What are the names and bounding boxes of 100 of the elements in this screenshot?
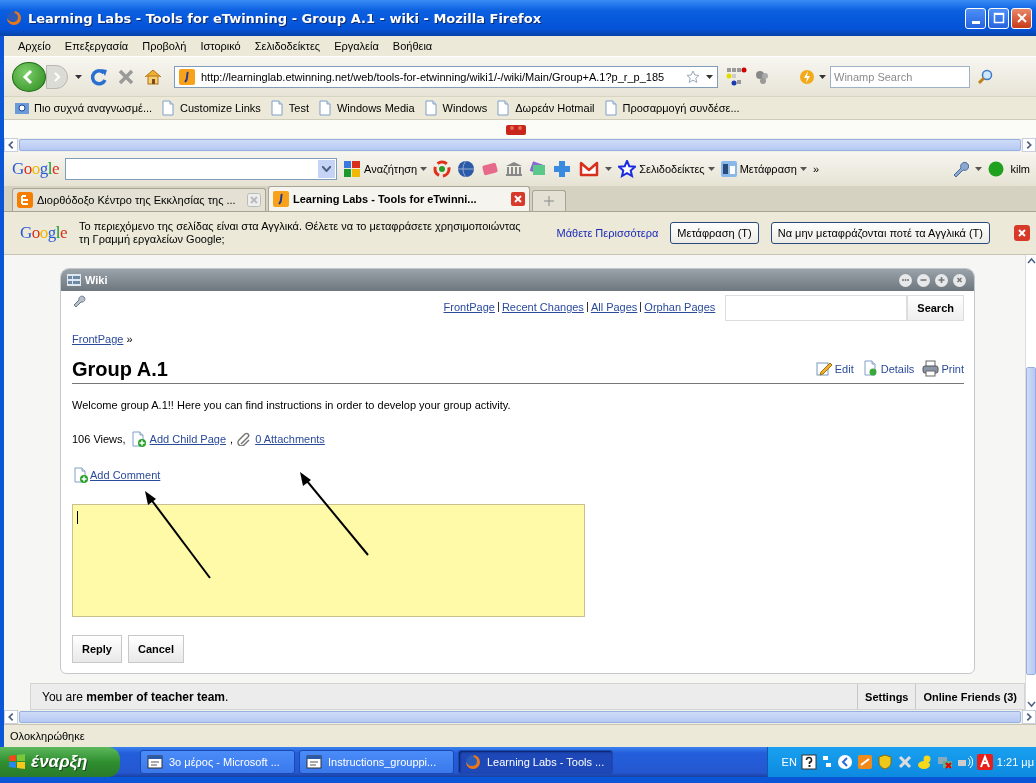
add-comment-link[interactable]: Add Comment	[72, 467, 161, 483]
bank-icon[interactable]	[505, 160, 524, 178]
search-icon[interactable]	[977, 68, 993, 85]
cross-tool-icon[interactable]	[896, 754, 913, 770]
translate-bar-button[interactable]: Μετάφραση (T)	[670, 222, 759, 244]
bookmark-link[interactable]: Δωρεάν Hotmail	[515, 102, 595, 114]
page-action-link[interactable]: Edit	[815, 360, 854, 377]
menu-item[interactable]: Επεξεργασία	[64, 40, 129, 52]
form-button[interactable]: Reply	[72, 635, 122, 663]
form-button[interactable]: Cancel	[127, 635, 185, 663]
close-icon[interactable]	[1014, 225, 1030, 241]
maximize-button[interactable]	[988, 7, 1009, 29]
menu-item[interactable]: Σελιδοδείκτες	[254, 40, 321, 52]
toolbar-search-field[interactable]	[65, 158, 338, 180]
wiki-search-field[interactable]	[725, 295, 908, 321]
dropdown-caret-icon[interactable]	[605, 166, 613, 172]
wrench-icon[interactable]	[72, 293, 86, 307]
bookmarks-menu[interactable]: Σελιδοδείκτες	[639, 163, 705, 175]
bookmark-link[interactable]: Test	[288, 102, 309, 114]
dropdown-caret-icon[interactable]	[799, 166, 807, 172]
close-button[interactable]	[1011, 7, 1032, 29]
colored-squares-icon[interactable]	[725, 65, 747, 88]
translate-button[interactable]: Μετάφραση	[739, 163, 797, 175]
taskbar-button[interactable]: 3ο μέρος - Microsoft ...	[140, 750, 295, 774]
menu-item[interactable]: Αρχείο	[18, 40, 51, 52]
menu-item[interactable]: Εργαλεία	[334, 40, 379, 52]
mail-icon[interactable]	[579, 161, 600, 177]
wiki-nav-link[interactable]: Recent Changes	[497, 302, 584, 312]
help-icon[interactable]	[800, 754, 817, 770]
options-icon[interactable]	[899, 273, 912, 287]
wiki-nav-link[interactable]: Orphan Pages	[640, 302, 716, 312]
add-child-page-link[interactable]: Add Child Page	[129, 431, 227, 447]
scrollbar-thumb[interactable]	[1026, 367, 1036, 675]
shield-icon[interactable]	[876, 754, 893, 770]
attachments-link[interactable]: 0 Attachments	[237, 432, 325, 446]
dropdown-caret-icon[interactable]	[819, 73, 826, 80]
member-bar-tab[interactable]: Online Friends (3)	[915, 684, 1024, 709]
minimize-icon[interactable]	[917, 273, 930, 287]
start-button[interactable]: έναρξη	[0, 747, 120, 777]
wiki-nav-link[interactable]: All Pages	[586, 302, 638, 312]
back-button[interactable]	[12, 61, 46, 92]
member-bar-tab[interactable]: Settings	[857, 684, 916, 709]
gears-icon[interactable]	[754, 68, 770, 85]
more-button[interactable]: »	[812, 163, 820, 175]
star-icon[interactable]	[618, 160, 637, 178]
search-button[interactable]: Αναζήτηση	[364, 163, 418, 175]
scrollbar-thumb[interactable]	[19, 711, 1021, 723]
network-error-icon[interactable]	[936, 754, 953, 770]
minimize-icon	[971, 20, 980, 24]
dropdown-caret-icon[interactable]	[706, 73, 713, 80]
page-action-link[interactable]: Details	[861, 360, 915, 377]
magnifier-folder-icon[interactable]	[14, 100, 30, 116]
dropdown-caret-icon[interactable]	[975, 166, 983, 172]
google-logo: Google	[12, 159, 60, 179]
comment-field[interactable]	[72, 504, 585, 617]
learn-more-link[interactable]: Μάθετε Περισσότερα	[556, 227, 659, 239]
user-name[interactable]: kilm	[1010, 163, 1030, 175]
breadcrumb-link[interactable]: FrontPage	[72, 333, 124, 345]
dropdown-caret-icon[interactable]	[707, 166, 715, 172]
menu-item[interactable]: Βοήθεια	[392, 40, 433, 52]
wireless-icon[interactable]	[956, 754, 973, 770]
bookmark-link[interactable]: Windows Media	[336, 102, 415, 114]
translate-icon[interactable]	[720, 161, 737, 177]
swirl-icon[interactable]	[433, 160, 452, 178]
member-status-text: You are member of teacher team.	[42, 689, 229, 704]
globe-icon[interactable]	[457, 160, 476, 178]
bookmark-link[interactable]: Windows	[442, 102, 488, 114]
browser-tab[interactable]: Learning Labs - Tools for eTwinni...	[268, 186, 530, 211]
duck-icon[interactable]	[916, 754, 933, 770]
search-button[interactable]: Search	[907, 295, 964, 321]
minimize-button[interactable]	[965, 7, 986, 29]
bookmark-link[interactable]: Προσαρμογή συνδέσε...	[622, 102, 740, 114]
reload-icon[interactable]	[89, 66, 109, 87]
scrollbar-thumb[interactable]	[19, 139, 1021, 151]
dropdown-caret-icon[interactable]	[75, 73, 82, 80]
taskbar-button[interactable]: Learning Labs - Tools ...	[458, 750, 613, 774]
status-text: Ολοκληρώθηκε	[10, 730, 85, 742]
menu-item[interactable]: Προβολή	[142, 40, 187, 52]
dropdown-caret-icon[interactable]	[420, 166, 428, 172]
close-icon[interactable]	[953, 273, 966, 287]
translate-bar-button[interactable]: Να μην μεταφράζονται ποτέ τα Αγγλικά (T)	[770, 222, 990, 244]
page-action-link[interactable]: Print	[922, 360, 964, 377]
toolbar-badge-icon[interactable]	[505, 122, 527, 136]
maximize-icon	[991, 11, 1006, 25]
document-window-icon	[306, 754, 322, 770]
bookmark-link[interactable]: Customize Links	[180, 102, 261, 114]
wrench-icon[interactable]	[951, 160, 970, 178]
text-cursor	[77, 511, 78, 524]
browser-tab[interactable]: Διορθόδοξο Κέντρο της Εκκλησίας της ...	[12, 188, 266, 211]
search-field[interactable]: Winamp Search	[830, 65, 970, 88]
menu-item[interactable]: Ιστορικό	[200, 40, 241, 52]
bookmark-link[interactable]: Πιο συχνά αναγνωσμέ...	[34, 102, 153, 114]
taskbar-button[interactable]: Instructions_grouppi...	[299, 750, 454, 774]
add-comment-icon	[72, 467, 88, 483]
tab-close-icon[interactable]	[511, 192, 525, 206]
maximize-icon[interactable]	[935, 273, 948, 287]
close-icon	[1014, 11, 1029, 25]
star-icon[interactable]	[686, 69, 700, 84]
address-field[interactable]: http://learninglab.etwinning.net/web/tools-for-etwinning/wiki1/-/wiki/Main/Group+A.1?p_r_p_185	[174, 65, 718, 88]
wiki-nav-link[interactable]: FrontPage	[443, 301, 495, 313]
